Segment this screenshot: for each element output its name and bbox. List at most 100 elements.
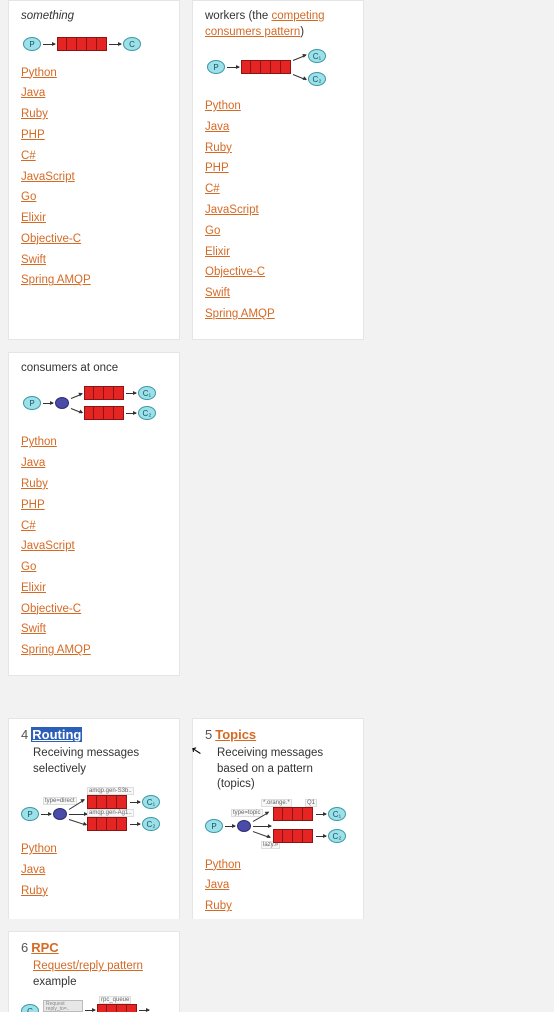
language-list-item: Spring AMQP — [205, 306, 351, 322]
language-list-item: Go — [205, 223, 351, 239]
exchange-type-label: type=topic — [231, 809, 263, 817]
language-link-python[interactable]: Python — [205, 100, 241, 112]
diagram-routing: P type=direct amqp.gen-S3b.. amqp.gen-Ag… — [21, 783, 167, 833]
language-links: Python Java Ruby PHP C# JavaScript Go Elixir Obj… — [21, 65, 167, 289]
language-list-item: Python — [205, 857, 351, 873]
diagram-hello-world: P C — [21, 31, 167, 57]
language-link-spring-amqp[interactable]: Spring AMQP — [21, 274, 91, 286]
language-link-java[interactable]: Java — [21, 87, 45, 99]
language-link-go[interactable]: Go — [21, 191, 36, 203]
card4-desc: Receiving messages selectively — [21, 746, 167, 777]
exchange-node — [53, 808, 67, 820]
language-link-c-[interactable]: C# — [205, 183, 220, 195]
arrow — [253, 831, 270, 838]
language-link-objective-c[interactable]: Objective-C — [205, 266, 265, 278]
consumer1-node: C₁ — [142, 795, 160, 809]
language-list-item: C# — [21, 518, 167, 534]
language-link-ruby[interactable]: Ruby — [205, 142, 232, 154]
language-link-python[interactable]: Python — [205, 859, 241, 871]
arrow — [71, 408, 83, 413]
card5-title-line: 5Topics — [205, 727, 351, 742]
language-link-objective-c[interactable]: Objective-C — [21, 603, 81, 615]
tutorial-card-4: 4Routing Receiving messages selectively … — [8, 718, 180, 919]
queue — [57, 37, 107, 51]
language-list-item: Swift — [21, 621, 167, 637]
arrow — [109, 44, 121, 45]
queue — [241, 60, 291, 74]
arrow — [227, 67, 239, 68]
diagram-topics: P type=topic *.orange.* Q1 lazy.# C₁ C₂ — [205, 799, 351, 849]
language-link-python[interactable]: Python — [21, 67, 57, 79]
language-link-elixir[interactable]: Elixir — [21, 212, 46, 224]
consumer2-node: C₂ — [138, 406, 156, 420]
language-list-item: PHP — [205, 160, 351, 176]
language-link-javascript[interactable]: JavaScript — [205, 204, 259, 216]
tutorial-card-3: consumers at once P C₁ C₂ PythonJavaRuby… — [8, 352, 180, 676]
language-link-elixir[interactable]: Elixir — [205, 246, 230, 258]
language-list-item: Java — [21, 862, 167, 878]
language-link-java[interactable]: Java — [205, 879, 229, 891]
language-link-php[interactable]: PHP — [21, 129, 45, 141]
language-link-c-[interactable]: C# — [21, 150, 36, 162]
language-link-ruby[interactable]: Ruby — [21, 478, 48, 490]
language-link-python[interactable]: Python — [21, 843, 57, 855]
producer-node: P — [23, 396, 41, 410]
language-list-item: Ruby — [21, 476, 167, 492]
language-link-java[interactable]: Java — [21, 864, 45, 876]
text: workers (the — [205, 10, 271, 22]
language-link-java[interactable]: Java — [21, 457, 45, 469]
language-link-go[interactable]: Go — [21, 561, 36, 573]
request-reply-link[interactable]: Request/reply pattern — [33, 960, 143, 972]
language-list-item: JavaScript — [205, 202, 351, 218]
queue-bottom — [87, 817, 127, 831]
language-link-javascript[interactable]: JavaScript — [21, 171, 75, 183]
consumer2-node: C₂ — [142, 817, 160, 831]
rpc-queue-label: rpc_queue — [99, 996, 131, 1004]
language-link-ruby[interactable]: Ruby — [21, 885, 48, 897]
language-link-java[interactable]: Java — [205, 121, 229, 133]
language-link-swift[interactable]: Swift — [205, 287, 230, 299]
tutorial-number: 6 — [21, 940, 28, 955]
language-link-php[interactable]: PHP — [205, 162, 229, 174]
language-link-python[interactable]: Python — [21, 436, 57, 448]
arrow — [139, 1010, 149, 1011]
language-list-item: C# — [205, 181, 351, 197]
language-link-objective-c[interactable]: Objective-C — [21, 233, 81, 245]
language-link-spring-amqp[interactable]: Spring AMQP — [205, 308, 275, 320]
language-link-javascript[interactable]: JavaScript — [21, 540, 75, 552]
consumer1-node: C₁ — [138, 386, 156, 400]
language-link-ruby[interactable]: Ruby — [21, 108, 48, 120]
language-link-elixir[interactable]: Elixir — [21, 582, 46, 594]
language-list-item: C# — [21, 148, 167, 164]
consumer2-node: C₂ — [328, 829, 346, 843]
language-list-item: PHP — [21, 497, 167, 513]
text: example — [33, 976, 76, 988]
queue-top — [87, 795, 127, 809]
queue-top — [273, 807, 313, 821]
text: ) — [300, 26, 304, 38]
queue-bottom — [84, 406, 124, 420]
arrow — [293, 74, 306, 80]
language-link-swift[interactable]: Swift — [21, 254, 46, 266]
language-list-item: Java — [205, 877, 351, 893]
arrow — [85, 1010, 95, 1011]
rpc-title-link[interactable]: RPC — [31, 940, 58, 955]
arrow — [293, 55, 306, 61]
language-link-php[interactable]: PHP — [21, 499, 45, 511]
arrow — [130, 824, 140, 825]
language-link-ruby[interactable]: Ruby — [205, 900, 232, 912]
language-link-c-[interactable]: C# — [21, 520, 36, 532]
language-list-item: Ruby — [205, 140, 351, 156]
language-link-spring-amqp[interactable]: Spring AMQP — [21, 644, 91, 656]
topics-title-link[interactable]: Topics — [215, 727, 256, 742]
language-list-item: Python — [21, 65, 167, 81]
card1-desc: something — [21, 9, 167, 25]
tutorial-card-2: workers (the competing consumers pattern… — [192, 0, 364, 340]
language-link-swift[interactable]: Swift — [21, 623, 46, 635]
routing-title-link[interactable]: Routing — [31, 727, 82, 742]
emphasis-text: something — [21, 10, 74, 22]
producer-node: P — [21, 807, 39, 821]
language-link-go[interactable]: Go — [205, 225, 220, 237]
language-links: Python Java Ruby PHP C# JavaScript Go Elixir Obj… — [205, 98, 351, 322]
arrow — [43, 44, 55, 45]
